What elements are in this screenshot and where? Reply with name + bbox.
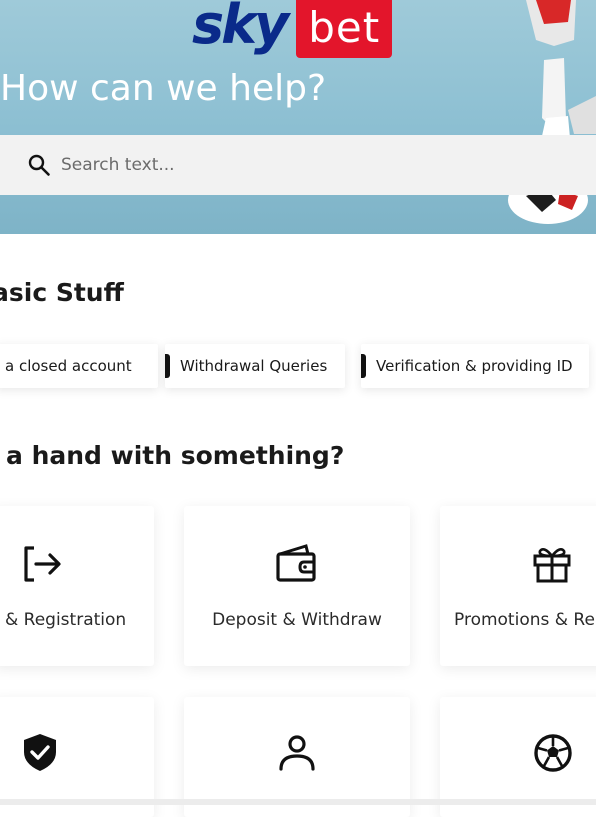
logo-sky-text: sky xyxy=(192,0,289,56)
search-input[interactable] xyxy=(59,144,563,186)
gift-icon xyxy=(533,548,571,583)
logo-bet-text: bet xyxy=(296,0,393,58)
card-registration[interactable]: & Registration xyxy=(0,506,154,666)
chip-accent-bar xyxy=(165,354,170,378)
footballer-image xyxy=(508,0,596,224)
help-heading: a hand with something? xyxy=(6,441,345,470)
search-bar[interactable] xyxy=(0,135,596,195)
user-icon xyxy=(279,735,315,771)
card-label: & Registration xyxy=(5,610,127,630)
skybet-logo[interactable]: sky bet xyxy=(192,0,393,58)
chip-verification[interactable]: Verification & providing ID xyxy=(361,344,589,388)
card-label: Deposit & Withdraw xyxy=(212,610,382,630)
chip-label: Verification & providing ID xyxy=(376,357,573,375)
search-icon xyxy=(28,154,50,176)
chip-accent-bar xyxy=(361,354,366,378)
chip-closed-account[interactable]: a closed account xyxy=(0,344,158,388)
chip-label: Withdrawal Queries xyxy=(180,357,328,375)
page-title: How can we help? xyxy=(0,68,327,109)
bottom-divider xyxy=(0,799,596,805)
card-promotions[interactable]: Promotions & Re xyxy=(440,506,596,666)
shield-check-icon xyxy=(24,734,56,771)
wallet-icon xyxy=(276,544,316,582)
basic-stuff-heading: asic Stuff xyxy=(0,278,124,307)
card-deposit-withdraw[interactable]: Deposit & Withdraw xyxy=(184,506,410,666)
quick-links: a closed account Withdrawal Queries Veri… xyxy=(0,344,596,388)
chip-withdrawal-queries[interactable]: Withdrawal Queries xyxy=(165,344,345,388)
football-icon xyxy=(534,734,572,772)
login-icon xyxy=(24,546,61,582)
card-label: Promotions & Re xyxy=(454,610,595,630)
hero-banner: sky bet How can we help? xyxy=(0,0,596,234)
chip-label: a closed account xyxy=(5,357,132,375)
